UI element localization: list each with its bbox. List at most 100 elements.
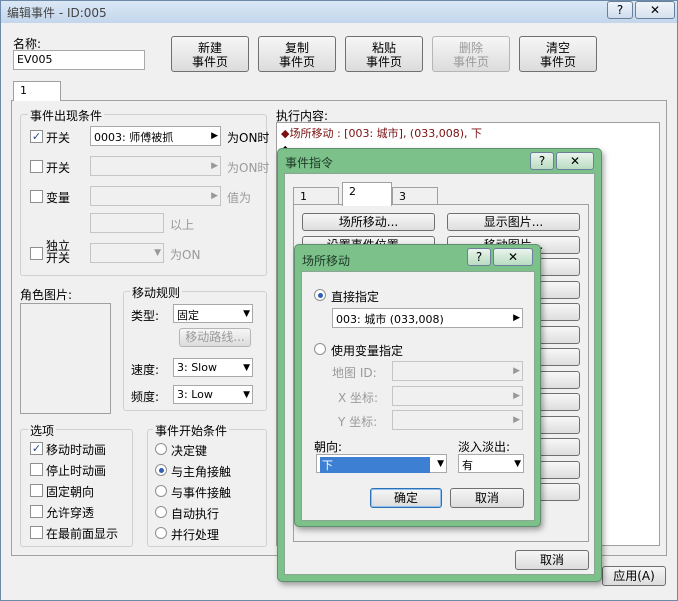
trigger-radio[interactable] <box>155 527 167 539</box>
switch2-checkbox[interactable] <box>30 160 43 173</box>
contents-line[interactable]: ◆场所移动 : [003: 城市], (033,008), 下 <box>277 123 659 143</box>
paste-page-button[interactable]: 粘贴 事件页 <box>345 36 423 72</box>
variable-radio[interactable] <box>314 343 326 355</box>
window-title: 编辑事件 - ID:005 <box>7 6 107 20</box>
variable-checkbox[interactable] <box>30 190 43 203</box>
direct-label: 直接指定 <box>331 290 380 304</box>
close-button[interactable]: ✕ <box>635 1 675 19</box>
apply-button[interactable]: 应用(A) <box>602 566 666 586</box>
switch2-select[interactable]: ▶ <box>90 156 221 176</box>
variable-value-spinner[interactable] <box>90 213 164 233</box>
command-tab-3[interactable]: 3 <box>392 187 438 205</box>
help-button[interactable]: ? <box>607 1 633 19</box>
speed-select[interactable]: 3: Slow ▼ <box>173 358 253 377</box>
title-bar: 编辑事件 - ID:005 ? ✕ <box>1 1 677 23</box>
trigger-label: 与事件接触 <box>171 486 232 500</box>
arrow-right-icon: ▶ <box>513 391 520 401</box>
trigger-radio[interactable] <box>155 485 167 497</box>
switch1-value: 0003: 师傅被抓 <box>94 131 174 144</box>
page-tab-1[interactable]: 1 <box>13 81 61 101</box>
y-select[interactable]: ▶ <box>392 410 523 430</box>
ok-button[interactable]: 确定 <box>370 488 442 508</box>
direct-destination-select[interactable]: 003: 城市 (033,008) ▶ <box>332 308 523 328</box>
command-tab-1[interactable]: 1 <box>293 187 339 205</box>
arrow-right-icon: ▶ <box>513 415 520 425</box>
freq-label: 频度: <box>131 390 160 404</box>
self-switch-select[interactable]: ▼ <box>90 243 164 263</box>
arrow-right-icon: ▶ <box>211 161 218 171</box>
option-checkbox[interactable] <box>30 505 43 518</box>
direction-value: 下 <box>320 457 430 473</box>
option-checkbox[interactable] <box>30 463 43 476</box>
clear-page-button[interactable]: 清空 事件页 <box>519 36 597 72</box>
switch1-checkbox[interactable]: ✓ <box>30 130 43 143</box>
command-button[interactable]: 显示图片... <box>447 213 580 231</box>
copy-page-button[interactable]: 复制 事件页 <box>258 36 336 72</box>
move-type-select[interactable]: 固定 ▼ <box>173 304 253 323</box>
direct-radio[interactable] <box>314 289 326 301</box>
option-checkbox[interactable] <box>30 484 43 497</box>
event-commands-cancel-button[interactable]: 取消 <box>515 550 589 570</box>
arrow-right-icon: ▶ <box>211 191 218 201</box>
delete-page-button[interactable]: 删除 事件页 <box>432 36 510 72</box>
command-tab-2[interactable]: 2 <box>342 182 392 206</box>
switch2-label: 开关 <box>46 161 71 175</box>
command-button[interactable]: 场所移动... <box>302 213 435 231</box>
trigger-label: 并行处理 <box>171 528 220 542</box>
option-checkbox[interactable]: ✓ <box>30 442 43 455</box>
graphic-preview[interactable] <box>20 303 111 414</box>
switch1-suffix: 为ON时 <box>227 131 270 145</box>
x-label: X 坐标: <box>338 391 379 405</box>
transfer-title: 场所移动 <box>302 254 351 268</box>
arrow-right-icon: ▶ <box>513 313 520 323</box>
name-input[interactable]: EV005 <box>13 50 145 70</box>
new-page-button[interactable]: 新建 事件页 <box>171 36 249 72</box>
transfer-body: 直接指定 003: 城市 (033,008) ▶ 使用变量指定 地图 ID: ▶ … <box>301 271 535 521</box>
variable-select[interactable]: ▶ <box>90 186 221 206</box>
trigger-radio[interactable] <box>155 464 167 476</box>
chevron-down-icon: ▼ <box>437 459 444 469</box>
help-button[interactable]: ? <box>530 152 554 170</box>
close-button[interactable]: ✕ <box>493 248 533 266</box>
y-label: Y 坐标: <box>338 415 378 429</box>
help-button[interactable]: ? <box>467 248 491 266</box>
move-type-label: 类型: <box>131 309 160 323</box>
close-button[interactable]: ✕ <box>556 152 594 170</box>
fade-label: 淡入淡出: <box>458 440 511 454</box>
trigger-radio[interactable] <box>155 443 167 455</box>
option-checkbox[interactable] <box>30 526 43 539</box>
fade-select[interactable]: 有 ▼ <box>458 454 524 473</box>
chevron-down-icon: ▼ <box>154 248 161 258</box>
options-title: 选项 <box>28 422 57 439</box>
switch1-label: 开关 <box>46 131 71 145</box>
graphic-title: 角色图片: <box>20 288 73 302</box>
move-route-button[interactable]: 移动路线... <box>179 328 251 347</box>
option-label: 允许穿透 <box>46 506 95 520</box>
option-label: 在最前面显示 <box>46 527 119 541</box>
switch1-select[interactable]: 0003: 师傅被抓 ▶ <box>90 126 221 146</box>
variable-above-label: 以上 <box>170 218 195 232</box>
trigger-title: 事件开始条件 <box>153 422 230 439</box>
cancel-button[interactable]: 取消 <box>450 488 524 508</box>
arrow-right-icon: ▶ <box>513 366 520 376</box>
fade-value: 有 <box>462 459 473 472</box>
direct-value: 003: 城市 (033,008) <box>336 313 444 326</box>
variable-label: 变量 <box>46 191 71 205</box>
movement-title: 移动规则 <box>130 284 183 301</box>
trigger-label: 自动执行 <box>171 507 220 521</box>
self-switch-suffix: 为ON <box>170 248 201 262</box>
x-select[interactable]: ▶ <box>392 386 523 406</box>
conditions-title: 事件出现条件 <box>28 107 105 124</box>
direction-select[interactable]: 下 ▼ <box>316 454 447 473</box>
freq-select[interactable]: 3: Low ▼ <box>173 385 253 404</box>
switch2-suffix: 为ON时 <box>227 161 270 175</box>
variable-suffix: 值为 <box>227 191 252 205</box>
trigger-radio[interactable] <box>155 506 167 518</box>
option-label: 停止时动画 <box>46 464 107 478</box>
map-id-select[interactable]: ▶ <box>392 361 523 381</box>
chevron-down-icon: ▼ <box>243 309 250 319</box>
self-switch-checkbox[interactable] <box>30 247 43 260</box>
trigger-label: 决定键 <box>171 444 208 458</box>
trigger-label: 与主角接触 <box>171 465 232 479</box>
direction-label: 朝向: <box>314 440 343 454</box>
